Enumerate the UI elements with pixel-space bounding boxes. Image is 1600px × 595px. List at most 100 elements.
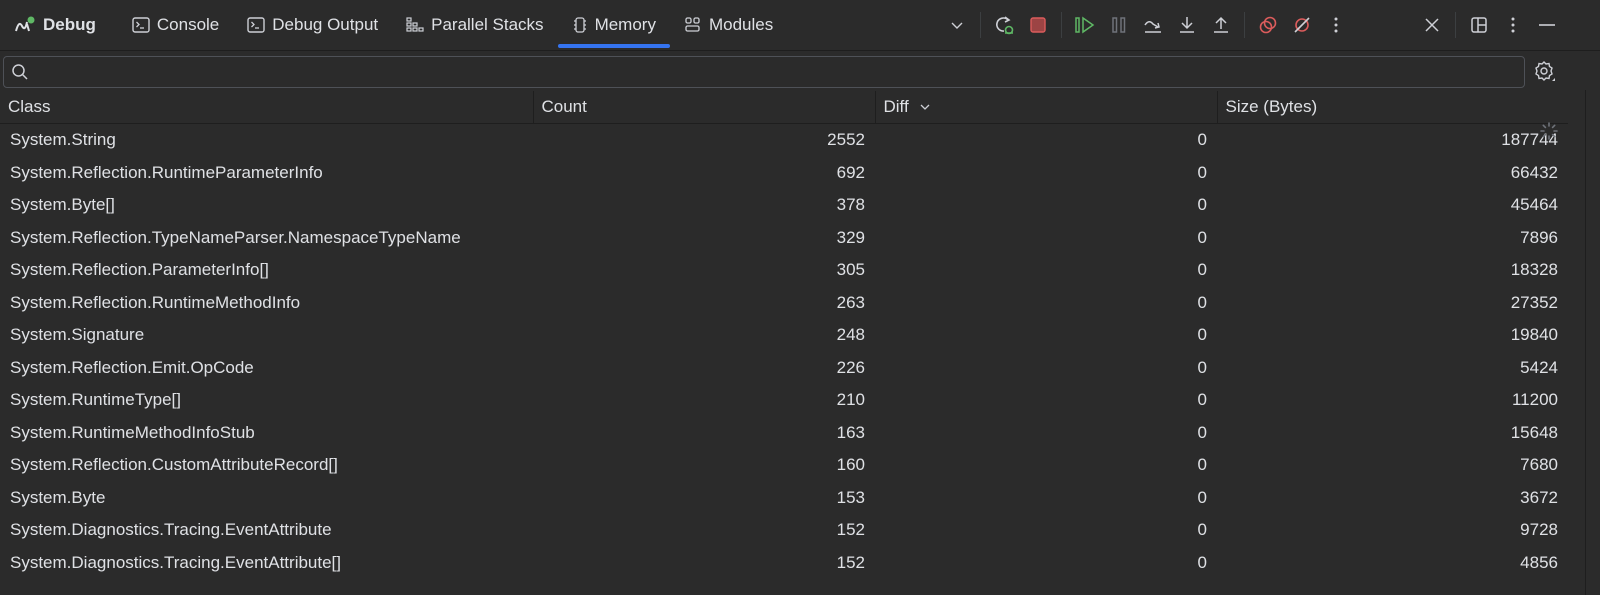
search-input[interactable] xyxy=(36,57,1524,87)
close-icon[interactable] xyxy=(1415,8,1449,42)
table-row[interactable]: System.Diagnostics.Tracing.EventAttribut… xyxy=(0,514,1568,547)
search-row xyxy=(0,51,1600,91)
cell-count: 248 xyxy=(836,325,865,345)
debug-title[interactable]: Debug xyxy=(0,0,118,50)
cell-size: 27352 xyxy=(1510,292,1558,312)
cell-diff: 0 xyxy=(1197,422,1207,442)
cell-diff: 0 xyxy=(1197,195,1207,215)
more-tabs-chevron-icon[interactable] xyxy=(940,8,974,42)
tab-label: Memory xyxy=(594,15,656,34)
cell-class: System.Reflection.TypeNameParser.Namespa… xyxy=(10,227,461,247)
cell-count: 153 xyxy=(836,487,865,507)
options-icon[interactable] xyxy=(1496,8,1530,42)
table-row[interactable]: System.Reflection.RuntimeMethodInfo 263 0 2… xyxy=(0,287,1568,320)
cell-size: 15648 xyxy=(1510,422,1558,442)
cell-class: System.Signature xyxy=(10,325,145,345)
cell-size: 3672 xyxy=(1520,487,1558,507)
cell-count: 210 xyxy=(836,390,865,410)
table-row[interactable]: System.Diagnostics.Tracing.EventAttribut… xyxy=(0,547,1568,580)
cell-size: 18328 xyxy=(1510,260,1558,280)
cell-diff: 0 xyxy=(1197,227,1207,247)
cell-size: 19840 xyxy=(1510,325,1558,345)
pause-icon[interactable] xyxy=(1102,8,1136,42)
resume-icon[interactable] xyxy=(1068,8,1102,42)
table-row[interactable]: System.RuntimeType[] 210 0 11200 xyxy=(0,384,1568,417)
cell-size: 45464 xyxy=(1510,195,1558,215)
cell-count: 2552 xyxy=(827,130,865,150)
step-out-icon[interactable] xyxy=(1204,8,1238,42)
debug-toolbar: Debug Console Debug Output Parallel Stac… xyxy=(0,0,1600,51)
vertical-scrollbar[interactable] xyxy=(1585,90,1586,595)
tab-parallel-stacks[interactable]: Parallel Stacks xyxy=(392,0,557,50)
modules-icon xyxy=(684,17,702,33)
step-into-icon[interactable] xyxy=(1170,8,1204,42)
toolbar-divider xyxy=(980,12,981,38)
tab-memory[interactable]: Memory xyxy=(557,0,671,50)
layout-icon[interactable] xyxy=(1462,8,1496,42)
rerun-icon[interactable] xyxy=(987,8,1021,42)
table-row[interactable]: System.Signature 248 0 19840 xyxy=(0,319,1568,352)
toolbar-divider xyxy=(1061,12,1062,38)
cell-diff: 0 xyxy=(1197,357,1207,377)
cell-class: System.Diagnostics.Tracing.EventAttribut… xyxy=(10,520,332,540)
tab-label: Debug Output xyxy=(272,15,379,34)
column-header-count[interactable]: Count xyxy=(532,91,875,124)
table-row[interactable]: System.RuntimeMethodInfoStub 163 0 15648 xyxy=(0,417,1568,450)
cell-diff: 0 xyxy=(1197,552,1207,572)
cell-count: 160 xyxy=(836,455,865,475)
sort-chevron-down-icon xyxy=(919,97,931,117)
column-header-size[interactable]: Size (Bytes) xyxy=(1216,91,1568,124)
cell-diff: 0 xyxy=(1197,455,1207,475)
parallel-stacks-icon xyxy=(406,17,424,33)
table-header-row: Class Count Diff Size (Bytes) xyxy=(0,91,1568,124)
cell-count: 152 xyxy=(836,552,865,572)
search-field[interactable] xyxy=(3,56,1525,88)
tab-modules[interactable]: Modules xyxy=(670,0,787,50)
cell-size: 9728 xyxy=(1520,520,1558,540)
table-body: System.String 2552 0 187744 System.Reflectio… xyxy=(0,124,1568,580)
minimize-icon[interactable] xyxy=(1530,8,1564,42)
column-header-label: Count xyxy=(541,97,587,116)
cell-class: System.RuntimeType[] xyxy=(10,390,182,410)
table-row[interactable]: System.Byte[] 378 0 45464 xyxy=(0,189,1568,222)
cell-count: 263 xyxy=(836,292,865,312)
step-over-icon[interactable] xyxy=(1136,8,1170,42)
cell-diff: 0 xyxy=(1197,325,1207,345)
column-header-diff[interactable]: Diff xyxy=(874,91,1217,124)
memory-table: Class Count Diff Size (Bytes) System.Str… xyxy=(0,91,1568,579)
tab-debug-output[interactable]: Debug Output xyxy=(233,0,392,50)
tab-console[interactable]: Console xyxy=(118,0,233,50)
table-row[interactable]: System.Reflection.CustomAttributeRecord[… xyxy=(0,449,1568,482)
column-header-label: Class xyxy=(8,97,51,116)
table-row[interactable]: System.Reflection.RuntimeParameterInfo 69… xyxy=(0,157,1568,190)
column-header-class[interactable]: Class xyxy=(0,91,533,124)
table-row[interactable]: System.Reflection.ParameterInfo[] 305 0 183… xyxy=(0,254,1568,287)
table-row[interactable]: System.Byte 153 0 3672 xyxy=(0,482,1568,515)
more-actions-icon[interactable] xyxy=(1319,8,1353,42)
cell-count: 329 xyxy=(836,227,865,247)
table-row[interactable]: System.Reflection.Emit.OpCode 226 0 5424 xyxy=(0,352,1568,385)
table-row[interactable]: System.String 2552 0 187744 xyxy=(0,124,1568,157)
debug-actions xyxy=(940,0,1564,50)
toolbar-divider xyxy=(1455,12,1456,38)
view-breakpoints-icon[interactable] xyxy=(1251,8,1285,42)
cell-class: System.Reflection.RuntimeParameterInfo xyxy=(10,162,323,182)
debug-title-label: Debug xyxy=(43,15,96,34)
table-row[interactable]: System.Reflection.TypeNameParser.Namespa… xyxy=(0,222,1568,255)
stop-icon[interactable] xyxy=(1021,8,1055,42)
cell-size: 11200 xyxy=(1511,390,1558,410)
mute-breakpoints-icon[interactable] xyxy=(1285,8,1319,42)
gear-icon[interactable] xyxy=(1530,57,1558,85)
debug-icon xyxy=(14,16,36,34)
tab-label: Parallel Stacks xyxy=(431,15,544,34)
column-header-label: Size (Bytes) xyxy=(1225,97,1318,116)
cell-class: System.Reflection.RuntimeMethodInfo xyxy=(10,292,301,312)
cell-diff: 0 xyxy=(1197,260,1207,280)
cell-size: 7896 xyxy=(1520,227,1558,247)
cell-diff: 0 xyxy=(1197,487,1207,507)
terminal-icon xyxy=(132,17,150,33)
cell-class: System.Reflection.CustomAttributeRecord[… xyxy=(10,455,338,475)
tab-label: Console xyxy=(156,15,220,34)
cell-class: System.Byte[] xyxy=(10,195,115,215)
cell-diff: 0 xyxy=(1197,292,1207,312)
